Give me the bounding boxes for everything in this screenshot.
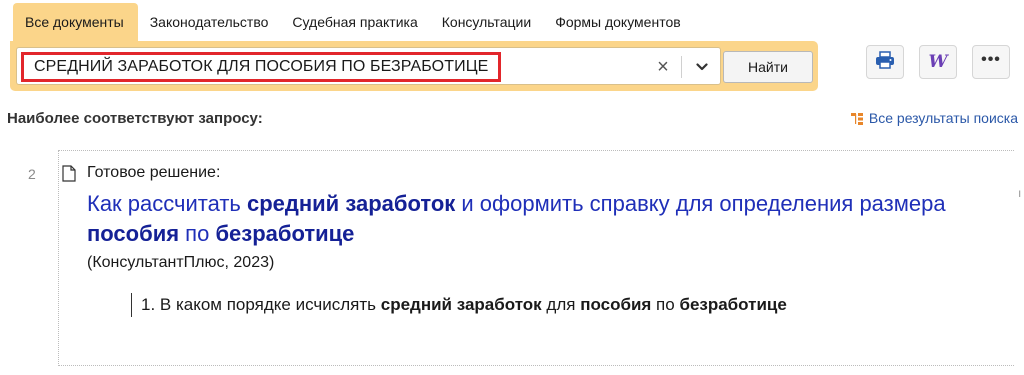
snippet-text: 1. В каком порядке исчислять [141,295,381,314]
field-divider [681,56,682,78]
search-query-text[interactable]: СРЕДНИЙ ЗАРАБОТОК ДЛЯ ПОСОБИЯ ПО БЕЗРАБО… [21,52,502,82]
word-icon: W [928,52,948,72]
more-button[interactable]: ••• [972,45,1010,79]
title-text: по [179,221,216,246]
snippet-highlight: безработице [679,295,787,314]
snippet-highlight: средний заработок [380,295,542,314]
chevron-down-icon[interactable] [689,54,715,80]
printer-icon [875,50,895,74]
result-snippet[interactable]: 1. В каком порядке исчислять средний зар… [131,293,831,317]
more-icon: ••• [981,51,1001,68]
export-word-button[interactable]: W [919,45,957,79]
tab-all-documents[interactable]: Все документы [13,3,138,41]
tab-document-forms[interactable]: Формы документов [543,3,693,41]
document-icon [62,165,76,182]
tab-legislation[interactable]: Законодательство [138,3,281,41]
scroll-marker: ı [1018,186,1022,200]
title-text: и оформить справку для определения разме… [455,191,946,216]
title-highlight: средний заработок [247,191,456,216]
snippet-highlight: пособия [580,295,652,314]
search-tabs: Все документы Законодательство Судебная … [13,3,693,41]
all-results-link[interactable]: Все результаты поиска [850,110,1018,126]
result-number: 2 [28,166,36,182]
all-results-label: Все результаты поиска [868,110,1018,126]
close-icon[interactable]: × [651,54,675,80]
result-title-link[interactable]: Как рассчитать средний заработок и оформ… [87,189,947,249]
section-title: Наиболее соответствуют запросу: [7,110,263,127]
title-text: Как рассчитать [87,191,247,216]
result-source: (КонсультантПлюс, 2023) [87,254,275,271]
snippet-text: по [651,295,680,314]
tab-consultations[interactable]: Консультации [430,3,543,41]
results-tree-icon [850,112,863,125]
title-highlight: безработице [215,221,355,246]
snippet-text: для [541,295,581,314]
print-button[interactable] [866,45,904,79]
result-type-label: Готовое решение: [87,164,221,181]
title-highlight: пособия [87,221,180,246]
search-bar: СРЕДНИЙ ЗАРАБОТОК ДЛЯ ПОСОБИЯ ПО БЕЗРАБО… [10,41,818,91]
tab-court-practice[interactable]: Судебная практика [280,3,429,41]
find-button[interactable]: Найти [723,51,813,83]
search-input[interactable]: СРЕДНИЙ ЗАРАБОТОК ДЛЯ ПОСОБИЯ ПО БЕЗРАБО… [16,47,721,85]
